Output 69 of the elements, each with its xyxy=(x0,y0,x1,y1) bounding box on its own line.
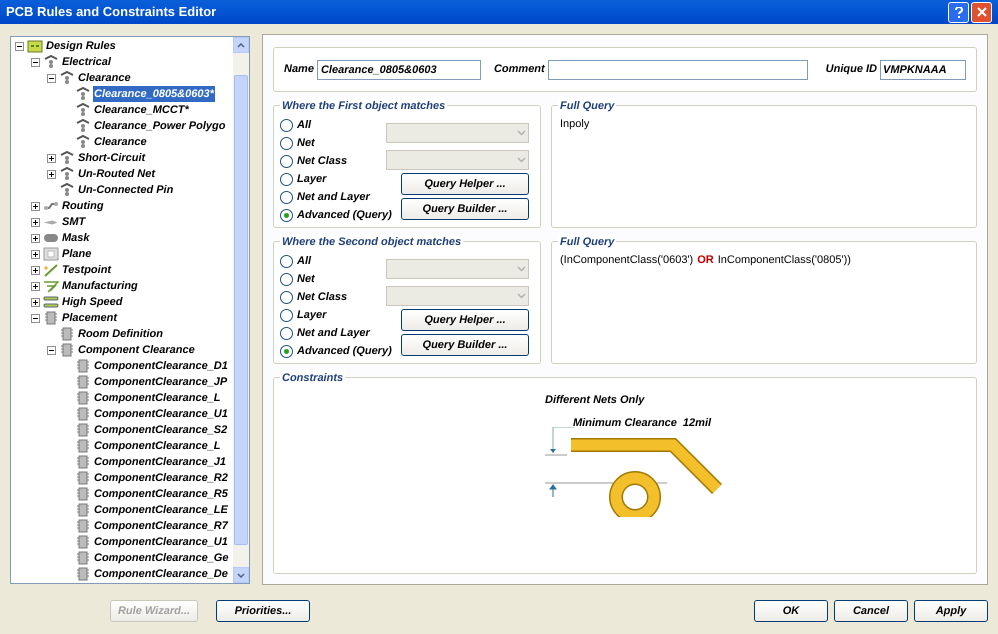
tree-item[interactable]: ComponentClearance_U1 xyxy=(93,534,229,550)
group-title: Where the Second object matches xyxy=(280,234,464,250)
scope-text: Different Nets Only xyxy=(545,393,644,408)
tree-item[interactable]: Un-Routed Net xyxy=(77,166,156,182)
tree-item[interactable]: Un-Connected Pin xyxy=(77,182,174,198)
name-label: Name xyxy=(284,62,314,78)
push-button[interactable]: Query Helper ... xyxy=(401,309,529,331)
tree-item[interactable]: ComponentClearance_JP xyxy=(93,374,228,390)
tree-item[interactable]: ComponentClearance_Ge xyxy=(93,550,230,566)
tree-item[interactable]: ComponentClearance_R7 xyxy=(93,518,229,534)
query-text: Inpoly xyxy=(560,117,590,132)
tree-item[interactable]: Clearance_Power Polygo xyxy=(93,118,226,134)
radio-label: Advanced (Query) xyxy=(297,344,392,359)
push-button[interactable]: Query Builder ... xyxy=(401,334,529,356)
clearance-value: 12mil xyxy=(682,416,712,430)
group-title: Full Query xyxy=(558,234,616,250)
radio-label: Net Class xyxy=(297,154,348,169)
radio-label: Layer xyxy=(297,308,326,323)
push-button[interactable]: Apply xyxy=(914,600,988,622)
radio-label: Layer xyxy=(297,172,326,187)
tree-item[interactable]: Testpoint xyxy=(61,262,112,278)
radio-label: Net and Layer xyxy=(297,190,370,205)
tree-item[interactable]: ComponentClearance_De xyxy=(93,566,229,582)
tree-item[interactable]: ComponentClearance_S2 xyxy=(93,422,228,438)
radio-label: Net Class xyxy=(297,290,348,305)
push-button[interactable]: Query Helper ... xyxy=(401,173,529,195)
push-button[interactable]: Query Builder ... xyxy=(401,198,529,220)
tree-item[interactable]: Room Definition xyxy=(77,326,164,342)
tree-item[interactable]: Plane xyxy=(61,246,92,262)
tree-item[interactable]: Electrical xyxy=(61,54,112,70)
name-field[interactable]: Clearance_0805&0603 xyxy=(316,60,481,80)
radio-label: Advanced (Query) xyxy=(297,208,392,223)
radio-label: Net and Layer xyxy=(297,326,370,341)
tree-item[interactable]: Clearance xyxy=(93,134,148,150)
tree-item[interactable]: ComponentClearance_L xyxy=(93,390,222,406)
tree-item[interactable]: Component Clearance xyxy=(77,342,196,358)
tree-item[interactable]: High Speed xyxy=(61,294,124,310)
radio-label: Net xyxy=(297,136,315,151)
tree-item[interactable]: ComponentClearance_R5 xyxy=(93,486,229,502)
tree-item[interactable]: Mask xyxy=(61,230,91,246)
unique-id-field[interactable]: VMPKNAAA xyxy=(880,60,966,80)
clearance-label: Minimum Clearance xyxy=(573,416,677,430)
radio-label: All xyxy=(297,118,312,133)
tree-item[interactable]: ComponentClearance_J1 xyxy=(93,454,228,470)
tree-item[interactable]: ComponentClearance_D1 xyxy=(93,358,229,374)
window-title: PCB Rules and Constraints Editor xyxy=(6,3,218,22)
tree-item[interactable]: Manufacturing xyxy=(61,278,139,294)
tree-item[interactable]: Placement xyxy=(61,310,118,326)
query-text: (InComponentClass('0603') OR InComponentClass('0805')) xyxy=(560,253,852,268)
push-button[interactable]: Priorities... xyxy=(216,600,310,622)
tree-item[interactable]: ComponentClearance_LE xyxy=(93,502,229,518)
tree-item[interactable]: ComponentClearance_L xyxy=(93,438,222,454)
unique-id-label: Unique ID xyxy=(826,62,877,78)
tree-item[interactable]: Clearance_0805&0603* xyxy=(93,86,215,102)
push-button[interactable]: Cancel xyxy=(834,600,908,622)
tree-item[interactable]: ComponentClearance_U1 xyxy=(93,406,229,422)
tree-item[interactable]: Clearance_MCCT* xyxy=(93,102,190,118)
group-title: Where the First object matches xyxy=(280,98,448,114)
tree-item[interactable]: Routing xyxy=(61,198,105,214)
radio-label: All xyxy=(297,254,312,269)
tree-item[interactable]: SMT xyxy=(61,214,86,230)
tree-item[interactable]: Short-Circuit xyxy=(77,150,146,166)
radio-label: Net xyxy=(297,272,315,287)
tree-item[interactable]: ComponentClearance_R2 xyxy=(93,470,229,486)
push-button[interactable]: OK xyxy=(754,600,828,622)
tree-item[interactable]: Design Rules xyxy=(45,38,117,54)
tree-item[interactable]: Clearance xyxy=(77,70,132,86)
group-title: Full Query xyxy=(558,98,616,114)
comment-label: Comment xyxy=(494,62,545,78)
